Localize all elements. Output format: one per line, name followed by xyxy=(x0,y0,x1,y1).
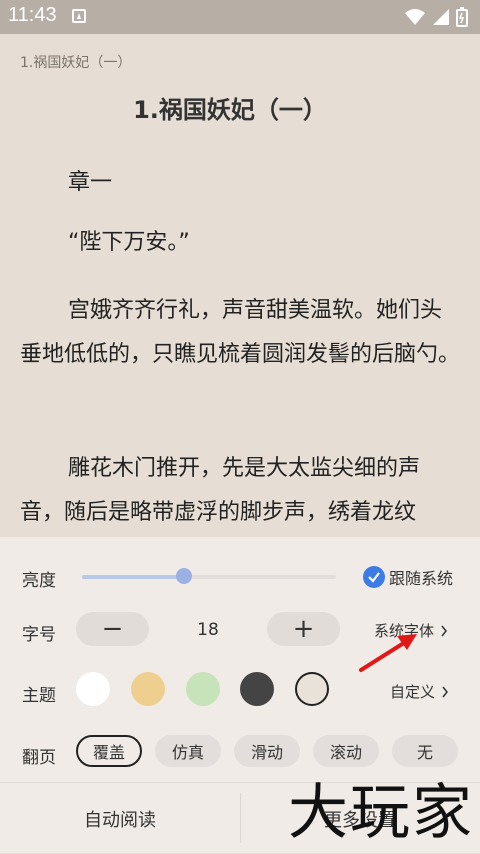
page-turn-none[interactable]: 无 xyxy=(392,735,458,767)
status-bar: 11:43 xyxy=(0,0,480,34)
custom-theme-label: 自定义 xyxy=(390,683,436,701)
brightness-slider[interactable] xyxy=(82,568,336,584)
chevron-right-icon xyxy=(442,686,448,697)
battery-icon xyxy=(456,7,468,27)
red-arrow-annotation xyxy=(359,634,417,672)
font-size-label: 字号 xyxy=(22,625,56,645)
brightness-label: 亮度 xyxy=(22,571,56,591)
page-turn-simulation[interactable]: 仿真 xyxy=(155,735,221,767)
chapter-header: 1.祸国妖妃（一） xyxy=(20,55,132,71)
theme-label: 主题 xyxy=(22,686,56,706)
signal-icon xyxy=(433,9,449,25)
follow-system-toggle[interactable]: 跟随系统 xyxy=(363,565,453,589)
theme-green-swatch[interactable] xyxy=(186,672,220,706)
paragraph: 章一 xyxy=(68,170,113,195)
paragraph: 雕花木门推开，先是大太监尖细的声音，随后是略带虚浮的脚步声，绣着龙纹 xyxy=(20,456,421,525)
brightness-slider-fill xyxy=(82,575,184,579)
brightness-slider-thumb[interactable] xyxy=(175,568,192,584)
watermark-logo: 大玩家 xyxy=(288,778,474,848)
theme-white-swatch[interactable] xyxy=(76,672,110,706)
custom-theme-link[interactable]: 自定义 xyxy=(390,681,449,702)
theme-yellow-swatch[interactable] xyxy=(131,672,165,706)
paragraph: “陛下万安。” xyxy=(68,230,190,255)
theme-dark-swatch[interactable] xyxy=(240,672,274,706)
font-size-value: 18 xyxy=(197,620,219,640)
status-time: 11:43 xyxy=(8,4,57,26)
page-turn-cover[interactable]: 覆盖 xyxy=(76,735,142,767)
page-turn-slide[interactable]: 滑动 xyxy=(234,735,300,767)
wifi-icon xyxy=(405,9,425,25)
font-decrease-button[interactable]: − xyxy=(76,612,149,646)
notification-icon xyxy=(72,9,86,23)
page-turn-scroll[interactable]: 滚动 xyxy=(313,735,379,767)
chevron-right-icon xyxy=(441,625,447,636)
checkmark-icon xyxy=(363,566,385,588)
auto-read-button[interactable]: 自动阅读 xyxy=(0,783,240,854)
font-increase-button[interactable]: + xyxy=(267,612,340,646)
reader-content[interactable]: 1.祸国妖妃（一） 1.祸国妖妃（一） 章一 “陛下万安。” 宫娥齐齐行礼，声音… xyxy=(0,34,480,537)
page-turn-label: 翻页 xyxy=(22,748,56,768)
theme-beige-swatch[interactable] xyxy=(295,672,329,706)
chapter-title: 1.祸国妖妃（一） xyxy=(133,96,327,124)
follow-system-label: 跟随系统 xyxy=(389,569,454,588)
minus-icon: − xyxy=(101,614,124,644)
paragraph: 宫娥齐齐行礼，声音甜美温软。她们头垂地低低的，只瞧见梳着圆润发髻的后脑勺。 xyxy=(20,298,461,367)
plus-icon: + xyxy=(292,614,315,644)
